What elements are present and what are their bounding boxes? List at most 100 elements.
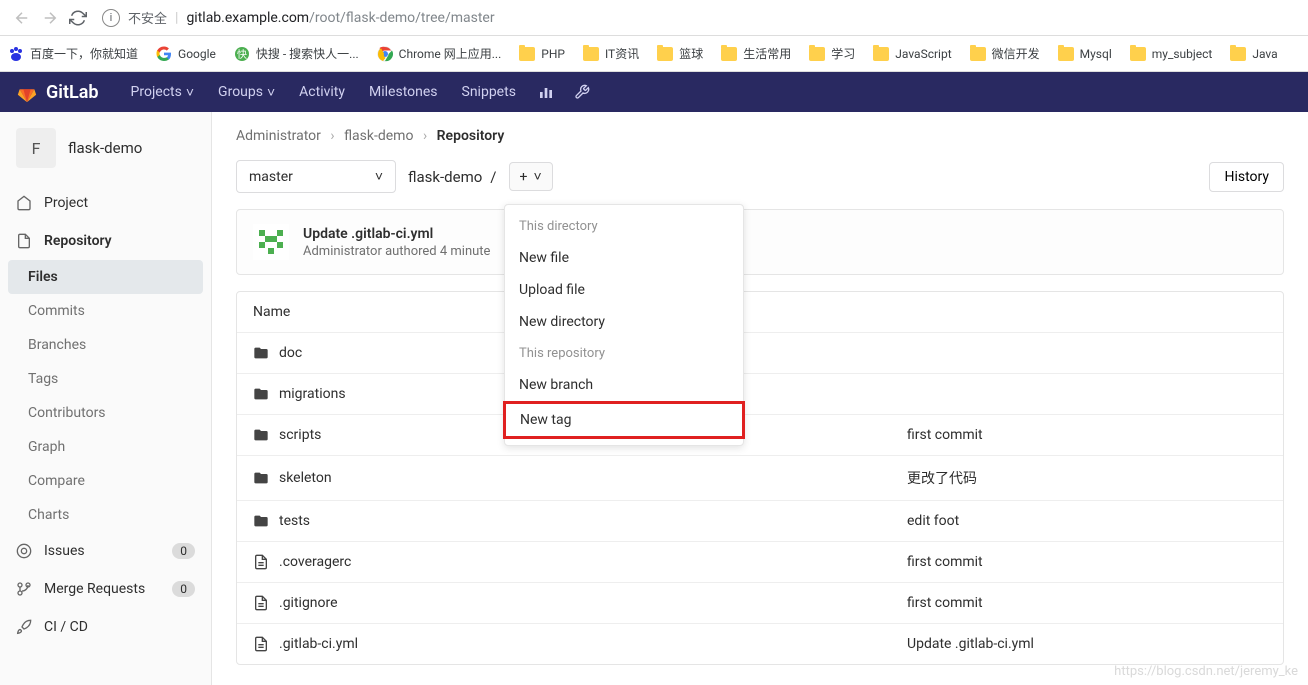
bookmark-icon bbox=[1130, 46, 1146, 62]
breadcrumb-current: Repository bbox=[437, 128, 505, 144]
merge-icon bbox=[16, 581, 32, 597]
gitlab-logo[interactable]: GitLab bbox=[16, 81, 99, 103]
svg-text:快: 快 bbox=[237, 49, 247, 61]
bookmark-icon bbox=[377, 46, 393, 62]
bookmark-item[interactable]: Mysql bbox=[1058, 46, 1112, 62]
bookmark-bar: 百度一下，你就知道 Google 快快搜 - 搜索快人一... Chrome 网上应用… bbox=[0, 36, 1308, 72]
gitlab-navbar: GitLab Projects ˅ Groups ˅ Activity Mile… bbox=[0, 72, 1308, 112]
bookmark-item[interactable]: 学习 bbox=[809, 45, 855, 62]
breadcrumb-project[interactable]: flask-demo bbox=[344, 128, 413, 144]
table-row[interactable]: .coveragercfirst commit bbox=[237, 542, 1283, 583]
bookmark-item[interactable]: 快快搜 - 搜索快人一... bbox=[234, 45, 359, 62]
file-name: .coveragerc bbox=[279, 554, 351, 570]
info-icon: i bbox=[102, 9, 120, 27]
nav-groups[interactable]: Groups ˅ bbox=[206, 84, 287, 101]
path-root[interactable]: flask-demo bbox=[408, 168, 482, 186]
wrench-icon[interactable] bbox=[564, 84, 600, 100]
table-row[interactable]: testsedit foot bbox=[237, 501, 1283, 542]
chevron-down-icon: ˅ bbox=[267, 84, 275, 101]
browser-toolbar: i 不安全 | gitlab.example.com/root/flask-de… bbox=[0, 0, 1308, 36]
forward-button[interactable] bbox=[36, 4, 64, 32]
sidebar-item-repository[interactable]: Repository bbox=[0, 222, 211, 260]
file-icon bbox=[253, 636, 269, 652]
nav-snippets[interactable]: Snippets bbox=[450, 84, 528, 100]
bookmark-icon: 快 bbox=[234, 46, 250, 62]
bookmark-item[interactable]: IT资讯 bbox=[583, 45, 639, 62]
nav-projects[interactable]: Projects ˅ bbox=[119, 84, 207, 101]
commit-title[interactable]: Update .gitlab-ci.yml bbox=[303, 226, 490, 242]
main-content: Administrator › flask-demo › Repository … bbox=[212, 112, 1308, 685]
commit-message: first commit bbox=[907, 427, 1267, 443]
folder-icon bbox=[253, 427, 269, 443]
sidebar-sub-contributors[interactable]: Contributors bbox=[0, 396, 211, 430]
sidebar-sub-files[interactable]: Files bbox=[8, 260, 203, 294]
url-text: gitlab.example.com/root/flask-demo/tree/… bbox=[186, 10, 494, 26]
bookmark-icon bbox=[970, 46, 986, 62]
count-badge: 0 bbox=[172, 543, 195, 559]
issues-icon bbox=[16, 543, 32, 559]
table-row[interactable]: doc bbox=[237, 333, 1283, 374]
add-dropdown-button[interactable]: + ˅ bbox=[509, 162, 553, 191]
sidebar-sub-commits[interactable]: Commits bbox=[0, 294, 211, 328]
last-commit-box: Update .gitlab-ci.yml Administrator auth… bbox=[236, 209, 1284, 275]
table-row[interactable]: migrations bbox=[237, 374, 1283, 415]
count-badge: 0 bbox=[172, 581, 195, 597]
bookmark-item[interactable]: PHP bbox=[519, 46, 565, 62]
bookmark-item[interactable]: JavaScript bbox=[873, 46, 951, 62]
dropdown-new-tag[interactable]: New tag bbox=[503, 401, 745, 439]
plus-icon: + bbox=[520, 169, 528, 185]
bookmark-item[interactable]: 篮球 bbox=[657, 45, 703, 62]
back-button[interactable] bbox=[8, 4, 36, 32]
nav-activity[interactable]: Activity bbox=[287, 84, 357, 100]
sidebar-sub-branches[interactable]: Branches bbox=[0, 328, 211, 362]
commit-message: Update .gitlab-ci.yml bbox=[907, 636, 1267, 652]
bookmark-icon bbox=[721, 46, 737, 62]
table-row[interactable]: .gitignorefirst commit bbox=[237, 583, 1283, 624]
bookmark-item[interactable]: Google bbox=[156, 46, 216, 62]
bookmark-item[interactable]: 百度一下，你就知道 bbox=[8, 45, 138, 62]
sidebar-item-merge-requests[interactable]: Merge Requests0 bbox=[0, 570, 211, 608]
address-bar[interactable]: i 不安全 | gitlab.example.com/root/flask-de… bbox=[102, 8, 1300, 27]
nav-milestones[interactable]: Milestones bbox=[357, 84, 450, 100]
dropdown-new-branch[interactable]: New branch bbox=[505, 369, 743, 401]
table-row[interactable]: scriptsfirst commit bbox=[237, 415, 1283, 456]
home-icon bbox=[16, 195, 32, 211]
table-row[interactable]: skeleton更改了代码 bbox=[237, 456, 1283, 501]
bookmark-item[interactable]: Chrome 网上应用... bbox=[377, 45, 502, 62]
rocket-icon bbox=[16, 619, 32, 635]
bookmark-item[interactable]: 微信开发 bbox=[970, 45, 1040, 62]
dropdown-upload-file[interactable]: Upload file bbox=[505, 274, 743, 306]
folder-icon bbox=[253, 386, 269, 402]
bookmark-item[interactable]: my_subject bbox=[1130, 46, 1213, 62]
commit-message: 更改了代码 bbox=[907, 468, 1267, 488]
commit-avatar bbox=[253, 224, 289, 260]
sidebar-sub-graph[interactable]: Graph bbox=[0, 430, 211, 464]
sidebar-sub-tags[interactable]: Tags bbox=[0, 362, 211, 396]
sidebar-item-ci-cd[interactable]: CI / CD bbox=[0, 608, 211, 646]
sidebar-sub-charts[interactable]: Charts bbox=[0, 498, 211, 532]
chart-icon[interactable] bbox=[528, 84, 564, 100]
sidebar-sub-compare[interactable]: Compare bbox=[0, 464, 211, 498]
sidebar-item-issues[interactable]: Issues0 bbox=[0, 532, 211, 570]
add-dropdown-menu: This directory New file Upload file New … bbox=[504, 204, 744, 446]
dropdown-new-file[interactable]: New file bbox=[505, 242, 743, 274]
reload-button[interactable] bbox=[64, 4, 92, 32]
history-button[interactable]: History bbox=[1209, 162, 1284, 192]
bookmark-icon bbox=[809, 46, 825, 62]
project-header[interactable]: F flask-demo bbox=[0, 112, 211, 184]
sidebar-item-project[interactable]: Project bbox=[0, 184, 211, 222]
file-name: migrations bbox=[279, 386, 346, 402]
dropdown-new-directory[interactable]: New directory bbox=[505, 306, 743, 338]
doc-icon bbox=[16, 233, 32, 249]
breadcrumb: Administrator › flask-demo › Repository bbox=[236, 128, 1284, 144]
sidebar: F flask-demo ProjectRepositoryFilesCommi… bbox=[0, 112, 212, 685]
breadcrumb-admin[interactable]: Administrator bbox=[236, 128, 321, 144]
table-row[interactable]: .gitlab-ci.ymlUpdate .gitlab-ci.yml bbox=[237, 624, 1283, 664]
branch-selector[interactable]: master ˅ bbox=[236, 160, 396, 193]
dropdown-section-repo: This repository bbox=[505, 338, 743, 369]
bookmark-item[interactable]: Java bbox=[1230, 46, 1277, 62]
bookmark-icon bbox=[1058, 46, 1074, 62]
bookmark-icon bbox=[8, 46, 24, 62]
bookmark-item[interactable]: 生活常用 bbox=[721, 45, 791, 62]
bookmark-icon bbox=[657, 46, 673, 62]
